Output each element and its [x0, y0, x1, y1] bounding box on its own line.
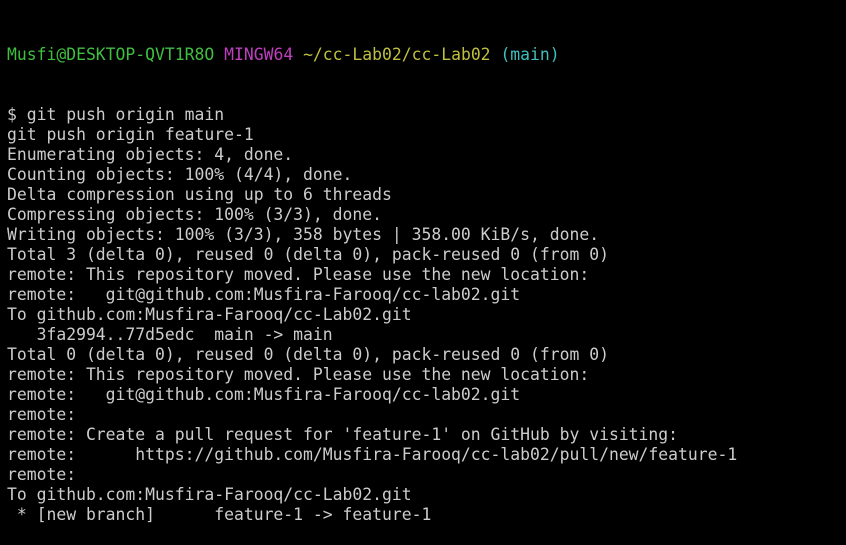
output-line: remote: git@github.com:Musfira-Farooq/cc… [7, 385, 521, 404]
prompt-branch: (main) [500, 45, 560, 64]
output-line: remote: [7, 465, 77, 484]
output-line: Total 0 (delta 0), reused 0 (delta 0), p… [7, 345, 609, 364]
output-line: * [new branch] feature-1 -> feature-1 [7, 505, 432, 524]
output-line: remote: https://github.com/Musfira-Faroo… [7, 445, 738, 464]
output-line: remote: git@github.com:Musfira-Farooq/cc… [7, 285, 521, 304]
output-line: $ git push origin main [7, 105, 225, 124]
output-line: remote: Create a pull request for 'featu… [7, 425, 679, 444]
output-line: Total 3 (delta 0), reused 0 (delta 0), p… [7, 245, 609, 264]
prompt-path: ~/cc-Lab02/cc-Lab02 [303, 45, 491, 64]
output-line: Counting objects: 100% (4/4), done. [7, 165, 353, 184]
output-line: git push origin feature-1 [7, 125, 254, 144]
prompt-user-host: Musfi@DESKTOP-QVT1R8O [7, 45, 215, 64]
output-line: 3fa2994..77d5edc main -> main [7, 325, 333, 344]
output-line: Writing objects: 100% (3/3), 358 bytes |… [7, 225, 600, 244]
prompt-env: MINGW64 [224, 45, 294, 64]
output-line: remote: This repository moved. Please us… [7, 265, 590, 284]
output-line: Compressing objects: 100% (3/3), done. [7, 205, 382, 224]
output-line: To github.com:Musfira-Farooq/cc-Lab02.gi… [7, 305, 412, 324]
output-line: To github.com:Musfira-Farooq/cc-Lab02.gi… [7, 485, 412, 504]
output-line: Enumerating objects: 4, done. [7, 145, 294, 164]
prompt-line: Musfi@DESKTOP-QVT1R8O MINGW64 ~/cc-Lab02… [7, 45, 846, 65]
terminal-window[interactable]: Musfi@DESKTOP-QVT1R8O MINGW64 ~/cc-Lab02… [0, 0, 846, 524]
output-line: remote: [7, 405, 77, 424]
output-line: Delta compression using up to 6 threads [7, 185, 392, 204]
output-line: remote: This repository moved. Please us… [7, 365, 590, 384]
terminal-output: $ git push origin main git push origin fe… [7, 105, 846, 525]
